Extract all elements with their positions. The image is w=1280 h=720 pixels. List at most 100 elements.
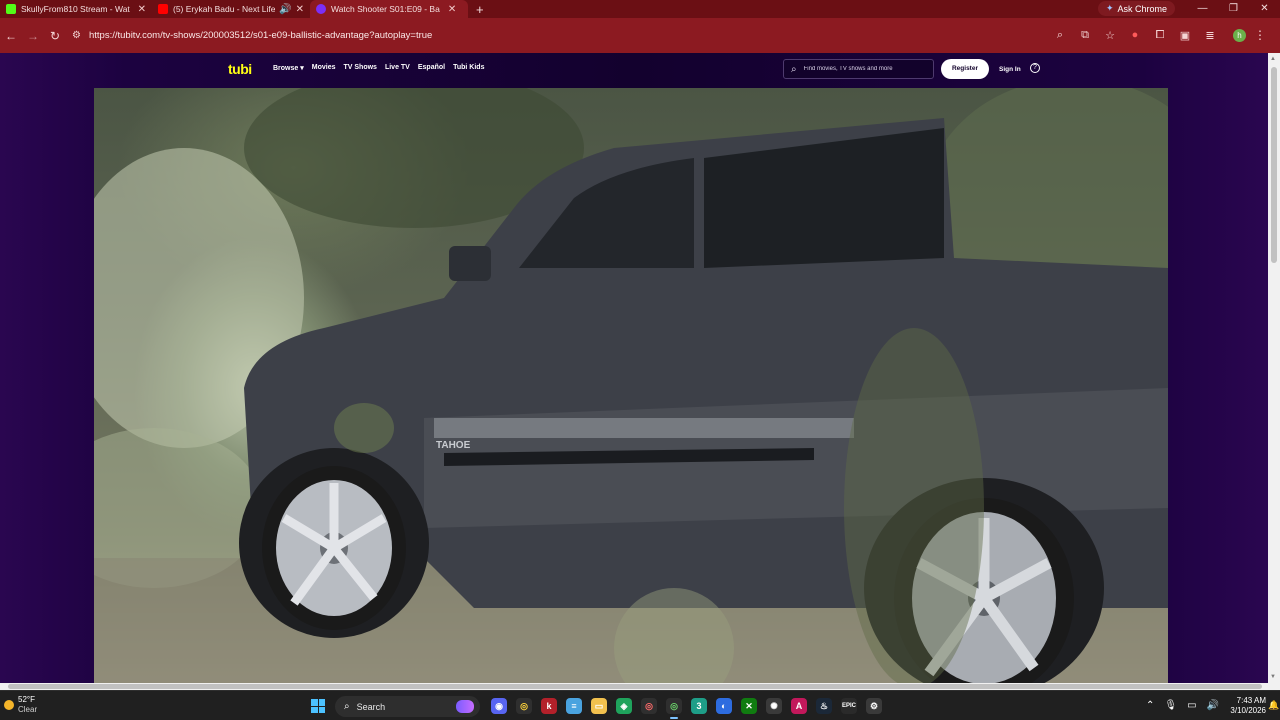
close-window-icon[interactable]: ✕ (1249, 0, 1280, 18)
video-frame-truck: TAHOE (94, 88, 1168, 683)
nav-movies[interactable]: Movies (312, 64, 336, 72)
windows-taskbar: 52°F Clear ⌕ Search ◉ ◎ k ≡ ▭ ◈ ◎ ◎ 3 ◐ … (0, 690, 1280, 720)
display-icon[interactable]: ▭ (1187, 700, 1196, 711)
clock-time: 7:43 AM (1236, 696, 1266, 705)
app-red-icon[interactable]: A (791, 698, 807, 714)
app-3-icon[interactable]: 3 (691, 698, 707, 714)
close-tab-icon[interactable]: ✕ (138, 4, 146, 15)
chrome-icon[interactable]: ◎ (516, 698, 532, 714)
nav-espanol[interactable]: Español (418, 64, 445, 72)
youtube-favicon-icon (158, 4, 168, 14)
extensions-puzzle-icon[interactable]: ⧠ (1154, 29, 1166, 42)
nav-live-tv[interactable]: Live TV (385, 64, 410, 72)
kick-app-icon[interactable]: k (541, 698, 557, 714)
browser-tab-strip: SkullyFrom810 Stream - Watch ✕ (5) Eryka… (0, 0, 1280, 18)
front-wheel (262, 466, 406, 630)
tubi-nav-links: Browse ▾ Movies TV Shows Live TV Español… (273, 64, 484, 72)
ask-chrome-button[interactable]: ✦ Ask Chrome (1098, 1, 1176, 16)
app-blue-icon[interactable]: ◐ (716, 698, 732, 714)
menu-dots-icon[interactable]: ⋮ (1254, 28, 1266, 42)
taskbar-search[interactable]: ⌕ Search (335, 696, 480, 717)
xbox-icon[interactable]: ✕ (741, 698, 757, 714)
search-highlight-icon (456, 700, 474, 713)
system-tray: ⌃ 🎙 ▭ 🔊 (1146, 700, 1219, 711)
search-icon: ⌕ (791, 63, 797, 75)
extension-red-icon[interactable]: ● (1129, 29, 1141, 42)
tab-title: Watch Shooter S01:E09 - Ba (331, 4, 440, 14)
kick-favicon-icon (6, 4, 16, 14)
close-tab-icon[interactable]: ✕ (448, 4, 456, 15)
browser-toolbar: ← → ↻ ⚙ https://tubitv.com/tv-shows/2000… (0, 18, 1280, 53)
tahoe-badge: TAHOE (436, 440, 471, 451)
minimize-icon[interactable]: — (1187, 0, 1218, 18)
tubi-logo[interactable]: tubi (228, 61, 252, 77)
taskbar-apps: ◉ ◎ k ≡ ▭ ◈ ◎ ◎ 3 ◐ ✕ ✺ A ♨ EPIC ⚙ (491, 698, 882, 719)
file-explorer-icon[interactable]: ▭ (591, 698, 607, 714)
tab-kick-stream[interactable]: SkullyFrom810 Stream - Watch ✕ (0, 0, 152, 18)
hscroll-thumb[interactable] (8, 684, 1262, 689)
bookmark-star-icon[interactable]: ☆ (1104, 29, 1116, 42)
nav-browse-label: Browse (273, 65, 299, 72)
xbox-app-icon[interactable]: ◈ (616, 698, 632, 714)
gemini-spark-icon: ✦ (1106, 3, 1114, 13)
restore-icon[interactable]: ❐ (1218, 0, 1249, 18)
microphone-icon[interactable]: 🎙 (1164, 700, 1177, 711)
nav-tubi-kids[interactable]: Tubi Kids (453, 64, 484, 72)
tubi-search-box[interactable]: ⌕ (783, 59, 934, 79)
url-text[interactable]: https://tubitv.com/tv-shows/200003512/s0… (89, 30, 432, 41)
sign-in-link[interactable]: Sign In (999, 66, 1021, 73)
help-icon[interactable]: ? (1030, 63, 1040, 73)
search-icon: ⌕ (344, 701, 350, 712)
notepad-icon[interactable]: ≡ (566, 698, 582, 714)
ask-chrome-label: Ask Chrome (1117, 3, 1168, 14)
chevron-down-icon: ▾ (300, 65, 304, 72)
side-panel-icon[interactable]: ▣ (1179, 29, 1191, 42)
scroll-up-icon[interactable]: ▲ (1270, 56, 1276, 62)
tubi-page: tubi Browse ▾ Movies TV Shows Live TV Es… (0, 53, 1268, 683)
site-settings-icon[interactable]: ⚙ (72, 30, 81, 41)
system-clock[interactable]: 7:43 AM 3/10/2026 (1226, 696, 1266, 716)
nav-browse[interactable]: Browse ▾ (273, 64, 304, 72)
taskbar-search-label: Search (356, 701, 386, 712)
new-tab-button[interactable]: + (476, 2, 484, 17)
cast-icon[interactable]: ⧉ (1079, 29, 1091, 42)
register-button[interactable]: Register (941, 59, 989, 79)
weather-widget[interactable]: 52°F Clear (4, 695, 37, 715)
tab-youtube[interactable]: (5) Erykah Badu - Next Lifetime 🔊 ✕ (152, 0, 310, 18)
forward-arrow-icon[interactable]: → (22, 29, 44, 43)
settings-icon[interactable]: ⚙ (866, 698, 882, 714)
search-input[interactable] (803, 66, 924, 72)
settings-gear-icon[interactable]: ✺ (766, 698, 782, 714)
video-player[interactable]: TAHOE (94, 88, 1168, 683)
steam-icon[interactable]: ♨ (816, 698, 832, 714)
speaker-icon[interactable]: 🔊 (279, 4, 291, 15)
zoom-icon[interactable]: ⌕ (1054, 29, 1066, 42)
weather-condition: Clear (18, 705, 38, 714)
close-tab-icon[interactable]: ✕ (296, 4, 304, 15)
notification-bell-icon[interactable]: 🔔 (1268, 700, 1279, 711)
tray-chevron-icon[interactable]: ⌃ (1146, 700, 1154, 711)
horizontal-scrollbar[interactable] (0, 683, 1280, 690)
windows-start-icon[interactable] (311, 699, 325, 713)
tubi-favicon-icon (316, 4, 326, 14)
chrome-active-icon[interactable]: ◎ (666, 698, 682, 719)
nav-tv-shows[interactable]: TV Shows (344, 64, 377, 72)
toolbar-icons: ⌕ ⧉ ☆ ● ⧠ ▣ ≣ (1054, 29, 1216, 42)
scroll-down-icon[interactable]: ▼ (1270, 674, 1276, 680)
weather-temp: 52°F (18, 695, 35, 704)
weather-icon (4, 700, 14, 710)
profile-avatar[interactable]: h (1233, 29, 1246, 42)
address-bar[interactable]: ⚙ https://tubitv.com/tv-shows/200003512/… (62, 23, 1062, 48)
vertical-scrollbar[interactable]: ▲ ▼ (1268, 53, 1280, 683)
discord-icon[interactable]: ◉ (491, 698, 507, 714)
chrome-profile-icon[interactable]: ◎ (641, 698, 657, 714)
volume-icon[interactable]: 🔊 (1207, 700, 1219, 711)
window-controls: — ❐ ✕ (1187, 0, 1280, 18)
epic-games-icon[interactable]: EPIC (841, 698, 857, 714)
tab-tubi-active[interactable]: Watch Shooter S01:E09 - Ba ✕ (310, 0, 468, 18)
reading-list-icon[interactable]: ≣ (1204, 29, 1216, 42)
back-arrow-icon[interactable]: ← (0, 29, 22, 43)
scroll-thumb[interactable] (1271, 67, 1277, 263)
tab-title: (5) Erykah Badu - Next Lifetime (173, 4, 276, 14)
tab-title: SkullyFrom810 Stream - Watch (21, 4, 130, 14)
